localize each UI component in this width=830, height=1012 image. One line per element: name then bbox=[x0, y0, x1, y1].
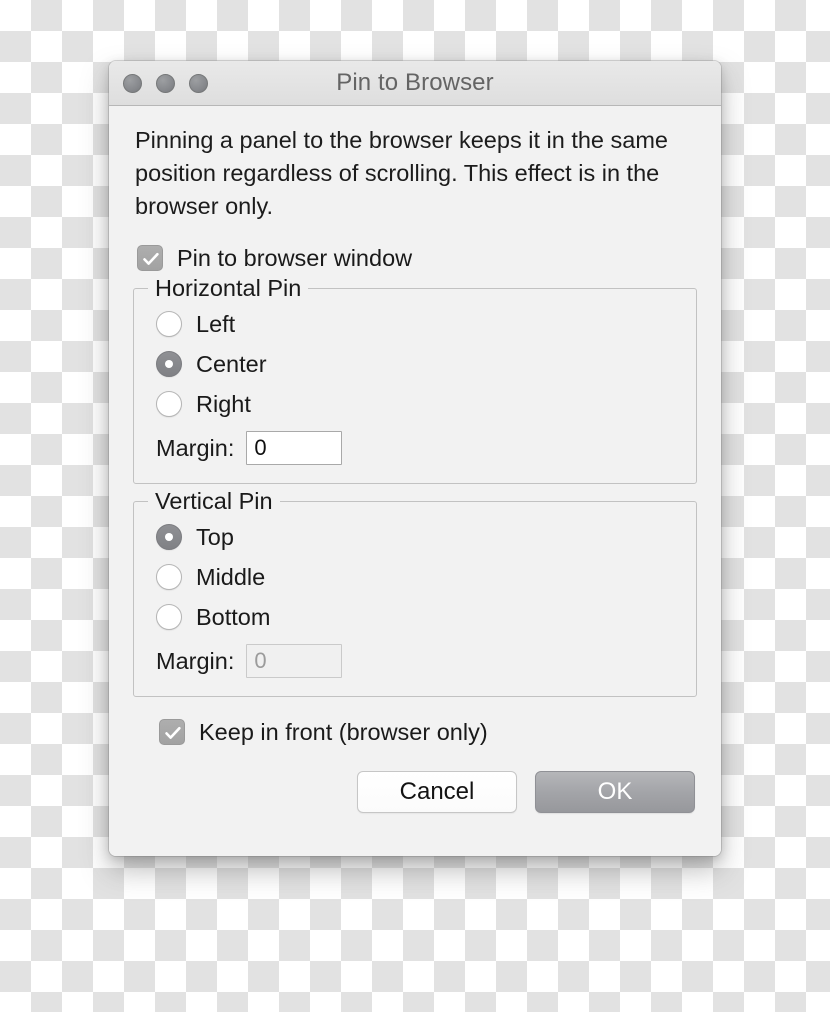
horizontal-pin-group: Horizontal Pin Left Center Right Margin: bbox=[133, 274, 697, 484]
radio-middle-indicator[interactable] bbox=[156, 564, 182, 590]
radio-top[interactable]: Top bbox=[156, 524, 696, 550]
close-button[interactable] bbox=[123, 73, 142, 93]
cancel-button[interactable]: Cancel bbox=[357, 771, 517, 813]
keep-in-front-label: Keep in front (browser only) bbox=[199, 719, 488, 745]
dialog-description: Pinning a panel to the browser keeps it … bbox=[135, 127, 668, 219]
horizontal-pin-legend: Horizontal Pin bbox=[148, 274, 309, 302]
transparent-backdrop: Pin to Browser Pinning a panel to the br… bbox=[0, 0, 830, 1012]
zoom-button[interactable] bbox=[189, 73, 208, 93]
radio-top-label: Top bbox=[196, 524, 234, 550]
checkmark-icon[interactable] bbox=[159, 719, 185, 745]
radio-bottom-label: Bottom bbox=[196, 604, 271, 630]
ok-button[interactable]: OK bbox=[535, 771, 695, 813]
checkmark-icon[interactable] bbox=[137, 245, 163, 271]
pin-to-browser-window-checkbox-row[interactable]: Pin to browser window bbox=[137, 245, 699, 271]
radio-top-indicator[interactable] bbox=[156, 524, 182, 550]
radio-left[interactable]: Left bbox=[156, 311, 696, 337]
horizontal-margin-label: Margin: bbox=[156, 434, 235, 461]
radio-middle[interactable]: Middle bbox=[156, 564, 696, 590]
pin-to-browser-window-label: Pin to browser window bbox=[177, 245, 413, 271]
radio-bottom-indicator[interactable] bbox=[156, 604, 182, 630]
radio-right-label: Right bbox=[196, 391, 251, 417]
radio-right-indicator[interactable] bbox=[156, 391, 182, 417]
dialog-footer: Cancel OK bbox=[131, 771, 695, 813]
horizontal-margin-row: Margin: bbox=[156, 431, 696, 465]
horizontal-margin-input[interactable] bbox=[246, 431, 343, 465]
vertical-margin-label: Margin: bbox=[156, 647, 235, 674]
window-controls bbox=[123, 61, 208, 105]
dialog-content: Pinning a panel to the browser keeps it … bbox=[109, 106, 721, 856]
pin-to-browser-dialog: Pin to Browser Pinning a panel to the br… bbox=[109, 61, 721, 856]
radio-right[interactable]: Right bbox=[156, 391, 696, 417]
vertical-pin-legend: Vertical Pin bbox=[148, 487, 280, 515]
radio-center[interactable]: Center bbox=[156, 351, 696, 377]
minimize-button[interactable] bbox=[156, 73, 175, 93]
radio-left-label: Left bbox=[196, 311, 236, 337]
keep-in-front-checkbox-row[interactable]: Keep in front (browser only) bbox=[159, 719, 699, 745]
radio-middle-label: Middle bbox=[196, 564, 266, 590]
vertical-margin-input bbox=[246, 644, 343, 678]
vertical-pin-group: Vertical Pin Top Middle Bottom Margin: bbox=[133, 487, 697, 697]
radio-bottom[interactable]: Bottom bbox=[156, 604, 696, 630]
radio-center-label: Center bbox=[196, 351, 267, 377]
radio-left-indicator[interactable] bbox=[156, 311, 182, 337]
window-titlebar: Pin to Browser bbox=[109, 61, 721, 106]
radio-center-indicator[interactable] bbox=[156, 351, 182, 377]
vertical-margin-row: Margin: bbox=[156, 644, 696, 678]
